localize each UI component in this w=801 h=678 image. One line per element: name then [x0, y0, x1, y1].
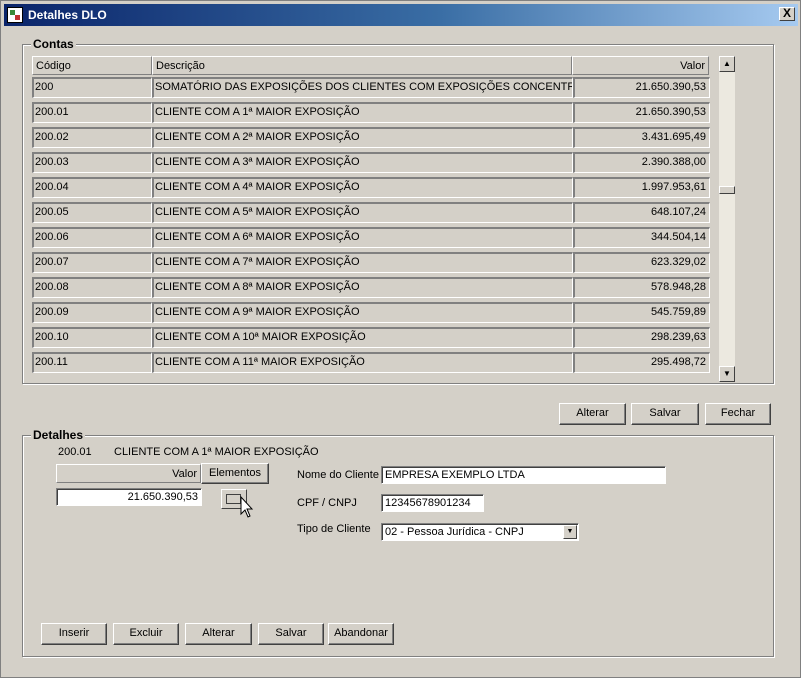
- cell-codigo[interactable]: 200.05: [32, 202, 152, 223]
- cell-valor[interactable]: 21.650.390,53: [573, 102, 710, 123]
- cell-valor[interactable]: 1.997.953,61: [573, 177, 710, 198]
- tipo-cliente-label: Tipo de Cliente: [297, 523, 371, 535]
- nome-cliente-field[interactable]: EMPRESA EXEMPLO LTDA: [381, 466, 666, 484]
- abandonar-button[interactable]: Abandonar: [328, 623, 394, 645]
- column-header-codigo[interactable]: Código: [32, 56, 152, 75]
- cell-codigo[interactable]: 200: [32, 77, 152, 98]
- cpf-cnpj-label: CPF / CNPJ: [297, 497, 357, 509]
- cell-valor[interactable]: 578.948,28: [573, 277, 710, 298]
- cell-codigo[interactable]: 200.02: [32, 127, 152, 148]
- cell-codigo[interactable]: 200.07: [32, 252, 152, 273]
- cell-codigo[interactable]: 200.08: [32, 277, 152, 298]
- cell-codigo[interactable]: 200.01: [32, 102, 152, 123]
- cell-valor[interactable]: 21.650.390,53: [573, 77, 710, 98]
- cell-codigo[interactable]: 200.11: [32, 352, 152, 373]
- contas-group-title: Contas: [31, 37, 76, 51]
- cell-codigo[interactable]: 200.06: [32, 227, 152, 248]
- cell-descricao[interactable]: CLIENTE COM A 5ª MAIOR EXPOSIÇÃO: [152, 202, 573, 223]
- cell-valor[interactable]: 344.504,14: [573, 227, 710, 248]
- cpf-cnpj-field[interactable]: 12345678901234: [381, 494, 484, 512]
- detail-codigo: 200.01: [58, 446, 92, 458]
- cell-codigo[interactable]: 200.09: [32, 302, 152, 323]
- valor-header: Valor: [56, 464, 201, 483]
- cell-valor[interactable]: 298.239,63: [573, 327, 710, 348]
- salvar-detail-button[interactable]: Salvar: [258, 623, 324, 645]
- cell-descricao[interactable]: CLIENTE COM A 11ª MAIOR EXPOSIÇÃO: [152, 352, 573, 373]
- cell-valor[interactable]: 648.107,24: [573, 202, 710, 223]
- dlo-details-window: Detalhes DLO X Contas Código Descrição V…: [0, 0, 801, 678]
- cell-codigo[interactable]: 200.04: [32, 177, 152, 198]
- cell-descricao[interactable]: SOMATÓRIO DAS EXPOSIÇÕES DOS CLIENTES CO…: [152, 77, 573, 98]
- excluir-button[interactable]: Excluir: [113, 623, 179, 645]
- alterar-detail-button[interactable]: Alterar: [185, 623, 252, 645]
- window-title: Detalhes DLO: [28, 8, 107, 22]
- nome-cliente-label: Nome do Cliente: [297, 469, 379, 481]
- column-header-descricao[interactable]: Descrição: [152, 56, 572, 75]
- tipo-cliente-value: 02 - Pessoa Jurídica - CNPJ: [385, 526, 524, 538]
- close-button[interactable]: X: [779, 7, 795, 21]
- detalhes-group-title: Detalhes: [31, 428, 86, 442]
- cell-descricao[interactable]: CLIENTE COM A 3ª MAIOR EXPOSIÇÃO: [152, 152, 573, 173]
- cell-codigo[interactable]: 200.03: [32, 152, 152, 173]
- cell-descricao[interactable]: CLIENTE COM A 4ª MAIOR EXPOSIÇÃO: [152, 177, 573, 198]
- dropdown-arrow-icon[interactable]: ▼: [563, 525, 577, 539]
- tipo-cliente-select[interactable]: 02 - Pessoa Jurídica - CNPJ ▼: [381, 523, 579, 541]
- cell-valor[interactable]: 623.329,02: [573, 252, 710, 273]
- scroll-down-arrow-icon[interactable]: ▼: [719, 366, 735, 382]
- cell-codigo[interactable]: 200.10: [32, 327, 152, 348]
- elementos-button[interactable]: Elementos: [201, 463, 269, 484]
- alterar-button[interactable]: Alterar: [559, 403, 626, 425]
- fechar-button[interactable]: Fechar: [705, 403, 771, 425]
- cell-valor[interactable]: 3.431.695,49: [573, 127, 710, 148]
- cell-valor[interactable]: 545.759,89: [573, 302, 710, 323]
- detail-descricao: CLIENTE COM A 1ª MAIOR EXPOSIÇÃO: [114, 446, 319, 458]
- cell-descricao[interactable]: CLIENTE COM A 6ª MAIOR EXPOSIÇÃO: [152, 227, 573, 248]
- window-icon: [226, 494, 241, 504]
- cell-descricao[interactable]: CLIENTE COM A 8ª MAIOR EXPOSIÇÃO: [152, 277, 573, 298]
- valor-field[interactable]: 21.650.390,53: [56, 488, 202, 506]
- contas-vertical-scrollbar[interactable]: ▲ ▼: [719, 56, 735, 382]
- cell-descricao[interactable]: CLIENTE COM A 2ª MAIOR EXPOSIÇÃO: [152, 127, 573, 148]
- salvar-button[interactable]: Salvar: [631, 403, 699, 425]
- scroll-thumb[interactable]: [719, 186, 735, 194]
- cell-descricao[interactable]: CLIENTE COM A 1ª MAIOR EXPOSIÇÃO: [152, 102, 573, 123]
- cell-descricao[interactable]: CLIENTE COM A 10ª MAIOR EXPOSIÇÃO: [152, 327, 573, 348]
- cell-valor[interactable]: 2.390.388,00: [573, 152, 710, 173]
- cell-descricao[interactable]: CLIENTE COM A 7ª MAIOR EXPOSIÇÃO: [152, 252, 573, 273]
- scroll-up-arrow-icon[interactable]: ▲: [719, 56, 735, 72]
- column-header-valor[interactable]: Valor: [572, 56, 709, 75]
- inserir-button[interactable]: Inserir: [41, 623, 107, 645]
- app-icon: [7, 7, 23, 23]
- cell-descricao[interactable]: CLIENTE COM A 9ª MAIOR EXPOSIÇÃO: [152, 302, 573, 323]
- cell-valor[interactable]: 295.498,72: [573, 352, 710, 373]
- mouse-cursor-icon: [240, 496, 254, 518]
- title-bar: Detalhes DLO X: [4, 4, 798, 26]
